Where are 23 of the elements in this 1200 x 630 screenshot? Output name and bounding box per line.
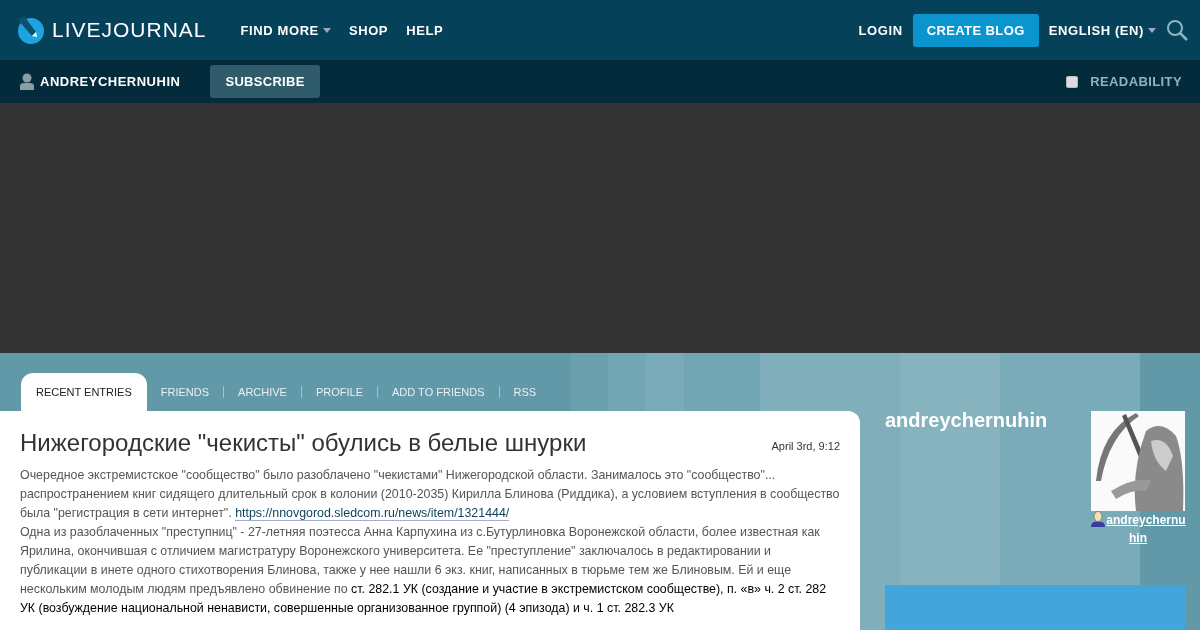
nav-link[interactable]: SHOP [348, 22, 389, 38]
logo-icon[interactable] [16, 16, 44, 44]
entry-paragraph: Одна из разоблаченных "преступниц" - 27-летняя поэтесса Анна Карпухина из с.Бутурлиновка Воронежской области, более известная как Ярилина, окончившая с отличием магистратуру Воронежского университета. Ее "преступление" заключалось в редактировании и публикации в инете одного стихотворения Блинова, также у нее нашли 6 экз. книг, написанных в тюрьме тем же Блиновым. Ей и еще нескольким молодым людям предъявлено обвинение по ст. 282.1 УК (создание и участие в экстремистском сообществе), п. «в» ч. 2 ст. 282 УК (возбуждение национальной ненависти, совершенные организованное группой) (4 эпизода) и ч. 1 ст. 282.3 УК [20, 524, 828, 617]
search-icon[interactable] [1166, 19, 1188, 41]
readability-label[interactable]: READABILITY [1090, 74, 1182, 89]
username-link[interactable]: ANDREYCHERNUHIN [40, 74, 181, 89]
entry-title: Нижегородские "чекисты" обулись в белые шнурки [20, 429, 587, 457]
source-link[interactable]: https://nnovgorod.sledcom.ru/news/item/1321444/ [235, 506, 510, 521]
tab[interactable]: RECENT ENTRIES [21, 373, 147, 411]
user-icon [1090, 511, 1107, 527]
readability-checkbox[interactable] [1066, 75, 1079, 88]
nav-link[interactable]: HELP [406, 22, 444, 38]
subscribe-button[interactable]: SUBSCRIBE [210, 65, 320, 98]
logo-text[interactable]: LIVEJOURNAL [52, 18, 207, 42]
person-icon [20, 73, 34, 90]
language-selector[interactable]: ENGLISH (EN) [1048, 22, 1156, 38]
login-link[interactable]: LOGIN [858, 22, 903, 38]
entry-date: April 3rd, 9:12 [771, 440, 840, 452]
caret-icon [1148, 27, 1156, 33]
entry-paragraph: Очередное экстремистское "сообщество" было разоблачено "чекистами" Нижегородской области. Занималось это "сообщество"... распространением книг сидящего длительный срок в колонии (2010-2035) Кирилла Блинова (Риддика), а условием вступления в сообщество была "регистрация в сети интернет". https://nnovgorod.sledcom.ru/news/item/1321444/ [20, 467, 840, 523]
journal-name: andreychernuhin [885, 409, 1048, 433]
nav-link[interactable]: FIND MORE [240, 22, 331, 38]
caret-icon [322, 27, 331, 33]
